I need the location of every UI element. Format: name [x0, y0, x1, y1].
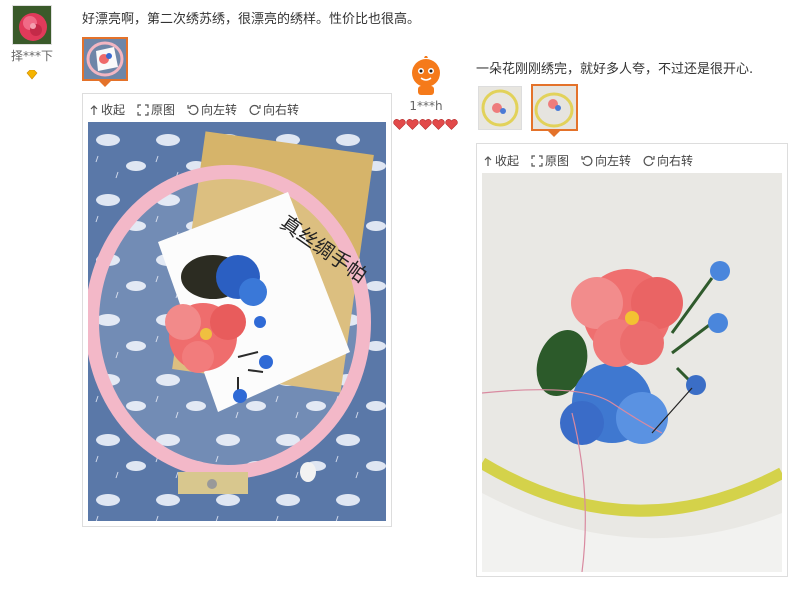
- collapse-icon: [90, 104, 98, 115]
- gold-diamond-icon: [26, 69, 38, 83]
- collapse-icon: [484, 155, 492, 166]
- thumbnail-caret: [548, 131, 560, 137]
- rotate-left-button[interactable]: 向左转: [581, 152, 631, 169]
- heart-icon: [432, 119, 445, 130]
- user-name: 1***h: [409, 99, 443, 113]
- review-text: 一朵花刚刚绣完，就好多人夸，不过还是很开心.: [476, 62, 754, 77]
- user-avatar[interactable]: [406, 56, 446, 96]
- fullscreen-icon: [531, 154, 543, 167]
- heart-icon: [445, 119, 458, 130]
- heart-icon: [393, 119, 406, 130]
- rotate-left-label: 向左转: [595, 154, 632, 168]
- rotate-right-label: 向右转: [263, 103, 300, 117]
- review-photo[interactable]: [482, 173, 782, 572]
- rotate-left-label: 向左转: [201, 103, 238, 117]
- review-thumbnail[interactable]: [478, 86, 522, 130]
- collapse-button[interactable]: 收起: [89, 101, 125, 118]
- user-name: 择***下: [10, 49, 53, 63]
- heart-icon: [406, 119, 419, 130]
- collapse-label: 收起: [101, 103, 126, 117]
- rotate-right-label: 向右转: [657, 154, 694, 168]
- original-image-label: 原图: [545, 154, 570, 168]
- review-thumbnail[interactable]: [82, 37, 128, 81]
- original-image-label: 原图: [151, 103, 176, 117]
- review-photo[interactable]: 真丝绸手帕: [88, 122, 386, 521]
- image-viewer: 收起 原图 向左转 向右转: [476, 143, 788, 577]
- viewer-toolbar: 收起 原图 向左转 向右转: [483, 152, 693, 169]
- user-avatar[interactable]: [12, 5, 52, 45]
- rotate-right-button[interactable]: 向右转: [643, 152, 693, 169]
- original-image-button[interactable]: 原图: [531, 152, 569, 169]
- rotate-left-icon: [187, 104, 199, 115]
- collapse-label: 收起: [495, 154, 520, 168]
- heart-rating: [393, 119, 458, 130]
- rotate-left-button[interactable]: 向左转: [187, 101, 237, 118]
- fullscreen-icon: [137, 103, 149, 116]
- heart-icon: [419, 119, 432, 130]
- rotate-right-icon: [249, 104, 261, 115]
- review-text: 好漂亮啊，第二次绣苏绣，很漂亮的绣样。性价比也很高。: [82, 12, 421, 27]
- thumbnail-caret: [99, 81, 111, 87]
- original-image-button[interactable]: 原图: [137, 101, 175, 118]
- review-thumbnail[interactable]: [531, 84, 578, 131]
- collapse-button[interactable]: 收起: [483, 152, 519, 169]
- rotate-left-icon: [581, 155, 593, 166]
- viewer-toolbar: 收起 原图 向左转 向右转: [89, 101, 299, 118]
- image-viewer: 收起 原图 向左转 向右转: [82, 93, 392, 527]
- rotate-right-button[interactable]: 向右转: [249, 101, 299, 118]
- rotate-right-icon: [643, 155, 655, 166]
